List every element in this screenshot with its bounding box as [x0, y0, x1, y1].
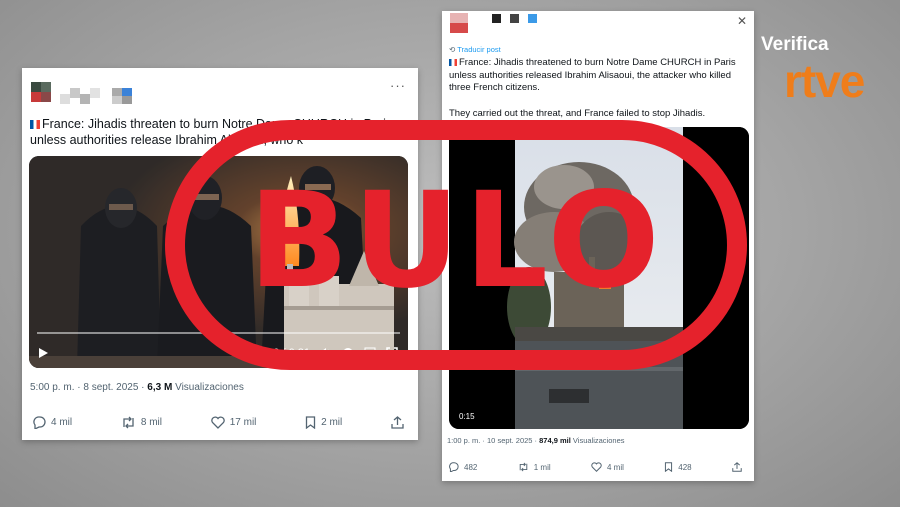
share-icon: [732, 462, 742, 472]
bulo-stamp-text: BULO: [248, 164, 664, 318]
flag-france-icon: [30, 120, 40, 129]
views-label: Visualizaciones: [172, 382, 244, 393]
translate-label: Traducir post: [457, 45, 501, 54]
reply-icon: [33, 416, 46, 429]
username-blurred[interactable]: [60, 88, 142, 104]
like-button[interactable]: 17 mil: [210, 416, 257, 429]
tweet-meta: 5:00 p. m. · 8 sept. 2025 · 6,3 M Visual…: [30, 382, 244, 393]
reply-button[interactable]: 4 mil: [32, 416, 72, 429]
tweet-text-paragraph-1: France: Jihadis threatened to burn Notre…: [449, 57, 736, 93]
like-button[interactable]: 4 mil: [591, 462, 624, 472]
repost-count: 8 mil: [140, 417, 162, 428]
repost-button[interactable]: 8 mil: [121, 416, 162, 429]
repost-icon: [123, 416, 134, 429]
brand-rtve-logo: rtve: [784, 55, 865, 107]
bulo-stamp: BULO: [165, 120, 747, 370]
flag-france-icon: [449, 59, 457, 66]
bookmark-icon: [305, 416, 316, 429]
repost-count: 1 mil: [533, 462, 551, 472]
bookmark-count: 2 mil: [321, 417, 343, 428]
bookmark-button[interactable]: 428: [664, 462, 692, 472]
close-icon[interactable]: ✕: [737, 14, 748, 28]
view-count: 6,3 M: [147, 382, 173, 393]
repost-button[interactable]: 1 mil: [518, 462, 551, 472]
like-count: 17 mil: [229, 417, 257, 428]
more-icon[interactable]: ···: [390, 78, 406, 93]
bookmark-button[interactable]: 2 mil: [305, 416, 342, 429]
share-icon: [391, 416, 404, 429]
like-icon: [591, 462, 602, 472]
tweet-text-paragraph-2: They carried out the threat, and France …: [449, 108, 706, 119]
video-time: 0:15: [459, 412, 475, 421]
brand-verifica: Verifica: [761, 34, 829, 55]
tweet-text-2: They carried out the threat, and France …: [449, 108, 745, 121]
share-button[interactable]: [732, 462, 742, 472]
timestamp[interactable]: 1:00 p. m. · 10 sept. 2025 ·: [447, 436, 539, 445]
username-blurred[interactable]: [492, 14, 542, 24]
views-label: Visualizaciones: [570, 436, 625, 445]
tweet-actions: 482 1 mil 4 mil 428: [448, 462, 746, 472]
translate-link[interactable]: ⟲ Traducir post: [449, 45, 501, 54]
translate-icon: ⟲: [449, 45, 458, 54]
reply-count: 482: [464, 462, 478, 472]
bookmark-count: 428: [678, 462, 692, 472]
repost-icon: [519, 462, 528, 472]
like-count: 4 mil: [607, 462, 624, 472]
tweet-actions: 4 mil 8 mil 17 mil 2 mil: [32, 416, 410, 429]
reply-icon: [449, 462, 459, 472]
reply-count: 4 mil: [51, 417, 73, 428]
play-icon[interactable]: [37, 347, 49, 359]
tweet-meta: 1:00 p. m. · 10 sept. 2025 · 874,9 mil V…: [447, 436, 625, 445]
share-button[interactable]: [391, 416, 404, 429]
avatar[interactable]: [31, 82, 51, 102]
timestamp[interactable]: 5:00 p. m. · 8 sept. 2025 ·: [30, 382, 147, 393]
bookmark-icon: [665, 462, 673, 472]
tweet-text: France: Jihadis threatened to burn Notre…: [449, 57, 745, 95]
avatar[interactable]: [450, 13, 468, 33]
reply-button[interactable]: 482: [448, 462, 477, 472]
view-count: 874,9 mil: [539, 436, 571, 445]
like-icon: [210, 416, 225, 429]
